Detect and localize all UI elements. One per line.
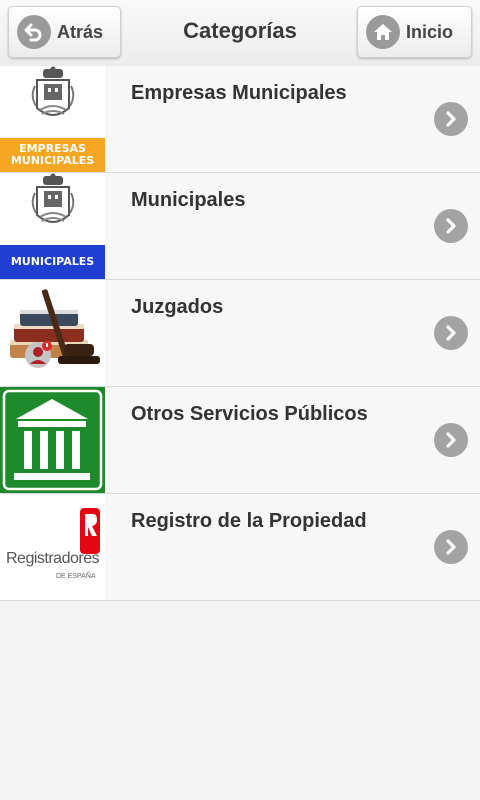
- municipales-badge: MUNICIPALES: [0, 245, 105, 279]
- home-button[interactable]: Inicio: [357, 6, 472, 58]
- back-label: Atrás: [57, 21, 104, 42]
- empresas-municipales-badge: EMPRESAS MUNICIPALES: [0, 138, 105, 172]
- list-item-title: Otros Servicios Públicos: [131, 403, 368, 425]
- list-item-juzgados[interactable]: Juzgados: [0, 280, 480, 387]
- registradores-logo-text: Registradores: [6, 550, 100, 567]
- undo-arrow-icon: [17, 15, 51, 49]
- home-icon: [366, 15, 400, 49]
- chevron-right-icon[interactable]: [434, 102, 468, 136]
- empresas-municipales-logo: EMPRESAS MUNICIPALES: [0, 66, 105, 172]
- list-item-title: Juzgados: [131, 296, 224, 318]
- category-list: EMPRESAS MUNICIPALES Empresas Municipale…: [0, 66, 480, 601]
- page-title: Categorías: [183, 18, 297, 43]
- gavel-books-icon: [0, 280, 105, 386]
- registradores-logo-subtext: DE ESPAÑA: [56, 573, 96, 580]
- home-label: Inicio: [406, 21, 454, 42]
- list-item-title: Empresas Municipales: [131, 82, 347, 104]
- list-item-municipales[interactable]: MUNICIPALES Municipales: [0, 173, 480, 280]
- chevron-right-icon[interactable]: [434, 530, 468, 564]
- list-item-title: Registro de la Propiedad: [131, 510, 367, 532]
- list-item-otros-servicios[interactable]: Otros Servicios Públicos: [0, 387, 480, 494]
- chevron-right-icon[interactable]: [434, 316, 468, 350]
- list-item-registro-propiedad[interactable]: Registradores DE ESPAÑA Registro de la P…: [0, 494, 480, 601]
- registradores-logo: Registradores DE ESPAÑA: [0, 494, 105, 600]
- chevron-right-icon[interactable]: [434, 209, 468, 243]
- chevron-right-icon[interactable]: [434, 423, 468, 457]
- public-building-icon: [0, 387, 105, 493]
- list-item-empresas-municipales[interactable]: EMPRESAS MUNICIPALES Empresas Municipale…: [0, 66, 480, 173]
- municipales-logo: MUNICIPALES: [0, 173, 105, 279]
- back-button[interactable]: Atrás: [8, 6, 121, 58]
- list-item-title: Municipales: [131, 189, 246, 211]
- header-bar: Atrás Categorías Inicio: [0, 0, 480, 67]
